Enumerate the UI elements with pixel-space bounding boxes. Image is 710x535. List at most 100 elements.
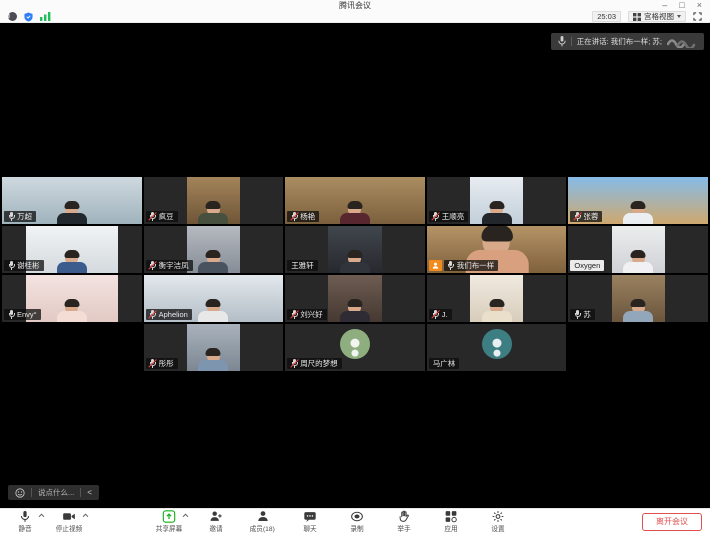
toolbar-group: 应用 — [434, 510, 472, 534]
participant-tile[interactable]: 万超 — [2, 177, 142, 224]
tile-bottom-row: 周尺的梦想 — [287, 358, 342, 369]
tile-bottom-row: 彤彤 — [146, 358, 178, 369]
participant-tile[interactable]: 杨艳 — [285, 177, 425, 224]
participant-name: 谢桂彬 — [17, 260, 40, 271]
close-button[interactable]: × — [697, 0, 702, 11]
mic-status-icon — [8, 212, 14, 221]
window-titlebar: 腾讯会议 – □ × — [0, 0, 710, 11]
leave-meeting-button[interactable]: 离开会议 — [642, 513, 702, 531]
toolbar-left-group: 静音 停止视频 — [8, 510, 90, 534]
participant-tile[interactable]: 谢桂彬 — [2, 226, 142, 273]
person-body — [340, 262, 370, 273]
participant-name-label: 衡宇洁凤 — [146, 260, 193, 271]
person-silhouette — [187, 252, 240, 273]
tile-bottom-row: 马广林 — [429, 358, 460, 369]
toolbar-button-record[interactable]: 录制 — [340, 510, 374, 534]
chevron-up-icon[interactable] — [38, 513, 46, 518]
participant-name-label: Aphelion — [146, 309, 192, 320]
participant-name-label: J. — [429, 309, 452, 320]
person-silhouette — [612, 252, 665, 273]
toolbar-button-camera[interactable]: 停止视频 — [52, 510, 86, 534]
person-body — [198, 213, 228, 224]
view-mode-selector[interactable]: 宫格视图 — [628, 11, 686, 22]
participant-name: 马广林 — [433, 358, 456, 369]
meeting-toolbar: 静音 停止视频 共享屏幕 邀请 成员(18) — [0, 508, 710, 535]
participant-name: 张蓉 — [583, 211, 598, 222]
toolbar-button-apps[interactable]: 应用 — [434, 510, 468, 534]
person-hair — [64, 201, 79, 209]
tile-bottom-row: 谢桂彬 — [4, 260, 44, 271]
network-signal-icon[interactable] — [40, 12, 51, 21]
participant-tile[interactable]: Envy° — [2, 275, 142, 322]
participant-tile[interactable]: Oxygen — [568, 226, 708, 273]
person-silhouette — [470, 301, 523, 322]
participant-tile[interactable]: 马广林 — [427, 324, 567, 371]
person-hair — [206, 299, 221, 307]
participant-tile[interactable]: 张蓉 — [568, 177, 708, 224]
chat-input-placeholder[interactable]: 说点什么... — [38, 487, 74, 498]
participant-tile[interactable]: Aphelion — [144, 275, 284, 322]
security-shield-icon[interactable] — [24, 12, 33, 22]
chatbar-collapse-button[interactable]: < — [87, 488, 92, 497]
tile-bottom-row: 苏 — [570, 309, 595, 320]
meeting-info-icon[interactable]: i — [8, 12, 17, 21]
participant-name: J. — [442, 309, 448, 320]
participant-tile[interactable]: 王雅轩 — [285, 226, 425, 273]
mic-status-icon — [448, 261, 454, 270]
participant-tile[interactable]: 苏 — [568, 275, 708, 322]
share-icon — [162, 510, 176, 523]
mic-status-icon — [433, 310, 439, 319]
participant-name-label: 谢桂彬 — [4, 260, 44, 271]
person-hair — [489, 299, 504, 307]
participant-name-label: 王顺亮 — [429, 211, 469, 222]
participant-name: 万超 — [17, 211, 32, 222]
participant-video — [470, 275, 523, 322]
toolbar-button-chat[interactable]: 聊天 — [293, 510, 327, 534]
person-body — [623, 311, 653, 322]
participant-tile[interactable]: 彤彤 — [144, 324, 284, 371]
audio-wave-icon — [667, 36, 697, 48]
banner-divider — [571, 37, 572, 46]
toolbar-group: 设置 — [481, 510, 519, 534]
mic-icon — [18, 510, 32, 523]
participant-name-label: 刘兴好 — [287, 309, 327, 320]
camera-icon — [62, 510, 76, 523]
toolbar-button-share[interactable]: 共享屏幕 — [152, 510, 186, 534]
emoji-smiley-icon[interactable] — [15, 488, 25, 498]
participant-tile[interactable]: 疯豆 — [144, 177, 284, 224]
tile-bottom-row: 疯豆 — [146, 211, 178, 222]
participant-name-label: Envy° — [4, 309, 41, 320]
maximize-button[interactable]: □ — [679, 0, 684, 11]
toolbar-group: 录制 — [340, 510, 378, 534]
participant-tile[interactable]: 刘兴好 — [285, 275, 425, 322]
microphone-icon — [558, 36, 566, 47]
record-icon — [350, 510, 364, 523]
participant-name-label: 彤彤 — [146, 358, 178, 369]
participant-name: 刘兴好 — [300, 309, 323, 320]
participant-tile[interactable]: J. — [427, 275, 567, 322]
toolbar-button-settings[interactable]: 设置 — [481, 510, 515, 534]
minimize-button[interactable]: – — [662, 0, 667, 11]
window-controls: – □ × — [662, 0, 702, 11]
mic-status-icon — [291, 310, 297, 319]
hand-icon — [397, 510, 411, 523]
toolbar-button-mic[interactable]: 静音 — [8, 510, 42, 534]
chevron-up-icon[interactable] — [82, 513, 90, 518]
toolbar-button-hand[interactable]: 举手 — [387, 510, 421, 534]
tile-bottom-row: 刘兴好 — [287, 309, 327, 320]
toolbar-button-invite[interactable]: 邀请 — [199, 510, 233, 534]
fullscreen-icon[interactable] — [693, 12, 702, 21]
participant-tile[interactable]: 衡宇洁凤 — [144, 226, 284, 273]
chat-quick-bar[interactable]: 说点什么... < — [8, 485, 99, 500]
mic-status-icon — [433, 212, 439, 221]
participant-tile[interactable]: 王顺亮 — [427, 177, 567, 224]
person-silhouette — [470, 203, 523, 224]
participant-name-label: 万超 — [4, 211, 36, 222]
participant-video — [612, 275, 665, 322]
chevron-up-icon[interactable] — [182, 513, 190, 518]
person-hair — [206, 250, 221, 258]
participant-tile[interactable]: 周尺的梦想 — [285, 324, 425, 371]
toolbar-button-members[interactable]: 成员(18) — [246, 510, 280, 534]
participant-tile[interactable]: 我们布一样 — [427, 226, 567, 273]
toolbar-group: 成员(18) — [246, 510, 284, 534]
